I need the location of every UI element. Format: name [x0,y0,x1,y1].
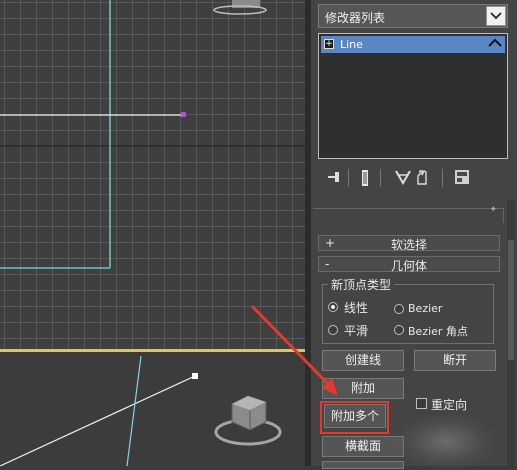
annotation-arrow [250,304,338,396]
watermark-blur [396,414,496,470]
